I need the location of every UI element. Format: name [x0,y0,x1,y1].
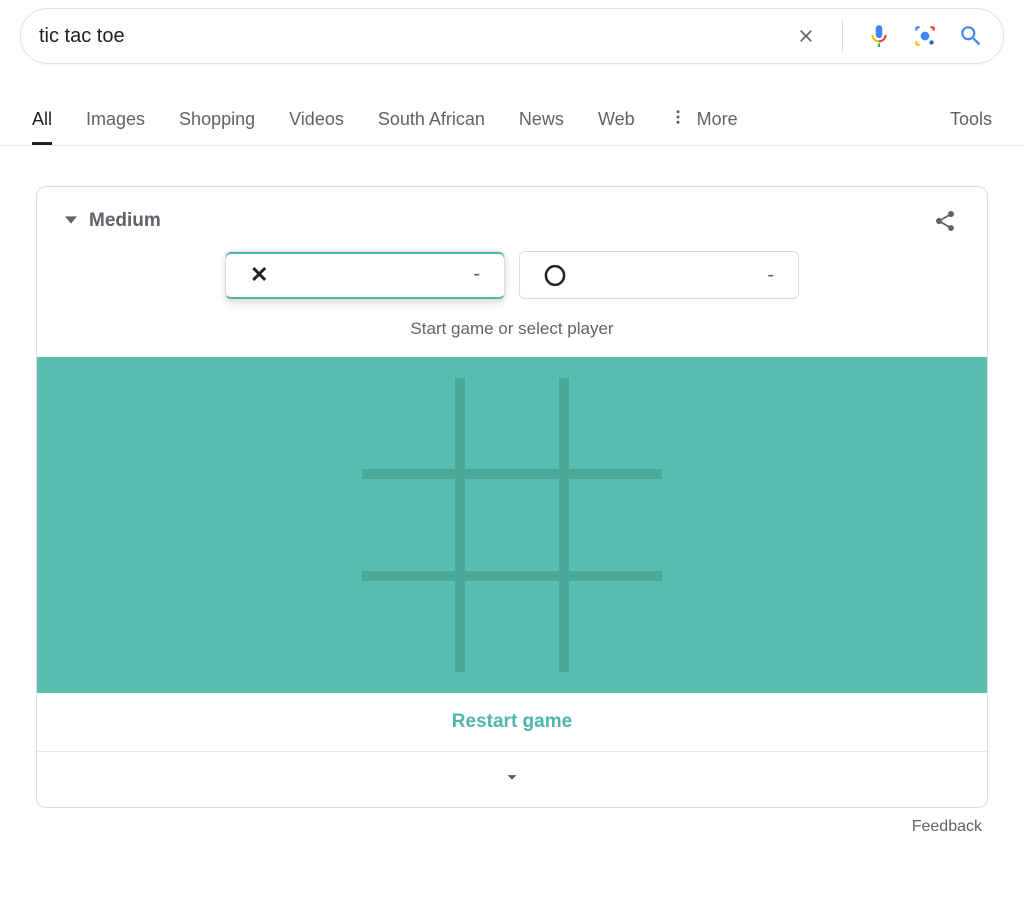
grid-line-v2 [559,378,569,672]
player-o-selector[interactable]: 〇 - [519,251,799,299]
search-icon[interactable] [957,22,985,50]
card-header: Medium [37,187,987,247]
cell-1-0[interactable] [362,479,455,570]
tab-tools[interactable]: Tools [950,97,992,144]
tab-news[interactable]: News [519,97,564,144]
chevron-down-icon [501,775,523,792]
lens-icon[interactable] [911,22,939,50]
tab-videos[interactable]: Videos [289,97,344,144]
cell-2-0[interactable] [362,581,455,672]
more-dots-icon [669,108,687,131]
grid-line-v1 [455,378,465,672]
dropdown-arrow-icon [65,210,77,232]
player-x-score: - [473,263,480,286]
player-o-symbol: 〇 [544,259,566,291]
player-x-selector[interactable]: ✕ - [225,251,505,299]
cell-2-1[interactable] [465,581,558,672]
grid-line-h1 [362,469,662,479]
restart-button[interactable]: Restart game [37,693,987,752]
share-icon[interactable] [931,207,959,235]
difficulty-label: Medium [89,210,161,232]
game-instruction: Start game or select player [37,311,987,357]
cell-2-2[interactable] [569,581,662,672]
cell-0-2[interactable] [569,378,662,469]
search-bar [20,8,1004,64]
player-o-score: - [767,264,774,287]
feedback-link[interactable]: Feedback [0,818,982,836]
cell-1-1[interactable] [465,479,558,570]
board-area [37,357,987,693]
tab-more-label: More [697,109,738,130]
tab-images[interactable]: Images [86,97,145,144]
divider [842,20,843,52]
difficulty-selector[interactable]: Medium [65,210,161,232]
player-selectors: ✕ - 〇 - [37,247,987,311]
tab-all[interactable]: All [32,97,52,144]
mic-icon[interactable] [865,22,893,50]
tab-shopping[interactable]: Shopping [179,97,255,144]
search-icons-group [792,20,985,52]
grid-line-h2 [362,571,662,581]
cell-1-2[interactable] [569,479,662,570]
tab-web[interactable]: Web [598,97,635,144]
tab-more[interactable]: More [669,96,738,145]
tic-tac-toe-card: Medium ✕ - 〇 - Start game or select play… [36,186,988,808]
cell-0-0[interactable] [362,378,455,469]
player-x-symbol: ✕ [250,262,268,288]
search-input[interactable] [39,25,792,48]
cell-0-1[interactable] [465,378,558,469]
tab-south-african[interactable]: South African [378,97,485,144]
search-tabs: All Images Shopping Videos South African… [0,96,1024,146]
game-board [362,378,662,672]
clear-icon[interactable] [792,22,820,50]
expand-button[interactable] [37,752,987,807]
